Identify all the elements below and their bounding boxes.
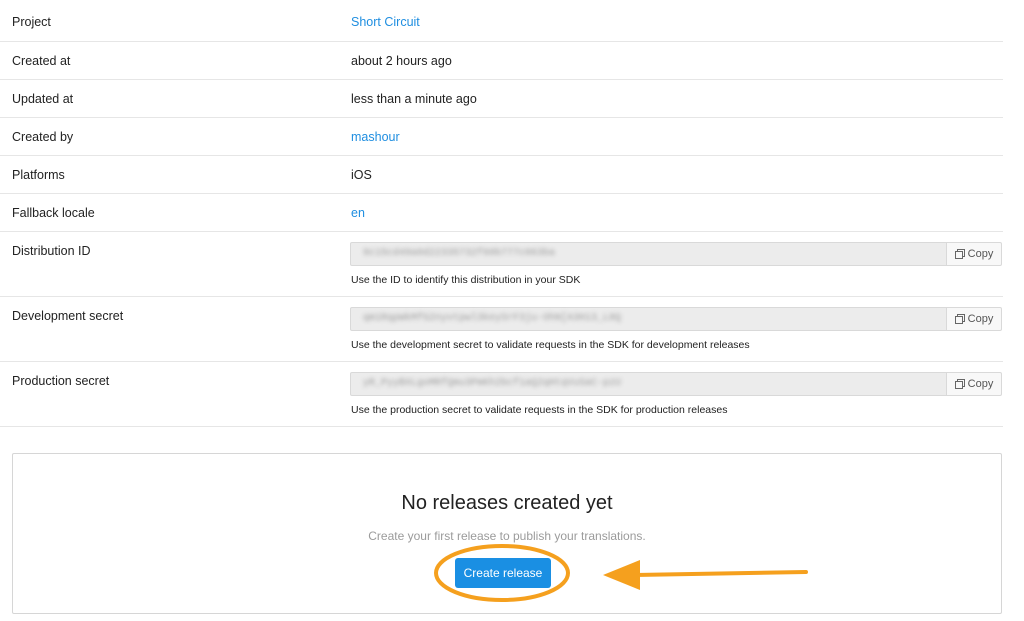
empty-state-subtitle: Create your first release to publish you… bbox=[368, 529, 646, 543]
copy-icon bbox=[954, 249, 965, 259]
detail-row-fallback-locale: Fallback locale en bbox=[0, 194, 1003, 232]
detail-label: Updated at bbox=[12, 92, 74, 106]
fallback-locale-link[interactable]: en bbox=[351, 206, 365, 220]
copy-label: Copy bbox=[967, 313, 994, 325]
copy-distribution-id-button[interactable]: Copy bbox=[946, 242, 1002, 266]
detail-value: about 2 hours ago bbox=[351, 54, 452, 68]
detail-row-development-secret: Development secret qm1RqpWkMfG2nyvtpwl3k… bbox=[0, 297, 1003, 362]
detail-row-created-by: Created by mashour bbox=[0, 118, 1003, 156]
detail-value: less than a minute ago bbox=[351, 92, 477, 106]
detail-row-production-secret: Production secret yR_PyyBXLgoMRfQmu3PmKh… bbox=[0, 362, 1003, 427]
detail-label: Fallback locale bbox=[12, 206, 95, 220]
field-hint: Use the ID to identify this distribution… bbox=[351, 274, 581, 286]
detail-row-project: Project Short Circuit bbox=[0, 0, 1003, 42]
detail-value: iOS bbox=[351, 168, 372, 182]
detail-label: Created by bbox=[12, 130, 74, 144]
copy-development-secret-button[interactable]: Copy bbox=[946, 307, 1002, 331]
detail-row-created-at: Created at about 2 hours ago bbox=[0, 42, 1003, 80]
production-secret-field[interactable]: yR_PyyBXLgoMRfQmu3PmKh2bcf1aQ2qHtqVuSaC-… bbox=[350, 372, 947, 396]
detail-row-updated-at: Updated at less than a minute ago bbox=[0, 80, 1003, 118]
detail-label: Production secret bbox=[12, 374, 110, 388]
secret-value: yR_PyyBXLgoMRfQmu3PmKh2bcf1aQ2qHtqVuSaC-… bbox=[363, 378, 622, 389]
distribution-details-table: Project Short Circuit Created at about 2… bbox=[0, 0, 1003, 427]
copy-label: Copy bbox=[967, 248, 994, 260]
secret-value: qm1RqpWkMfG2nyvtpwl3keySrF3ju-OhN[A3H13_… bbox=[363, 313, 622, 324]
distribution-id-field[interactable]: 9c15cd49a0d22335732f60b777c063ba bbox=[350, 242, 947, 266]
detail-label: Created at bbox=[12, 54, 71, 68]
project-link[interactable]: Short Circuit bbox=[351, 15, 420, 29]
secret-value: 9c15cd49a0d22335732f60b777c063ba bbox=[363, 248, 556, 259]
detail-row-platforms: Platforms iOS bbox=[0, 156, 1003, 194]
detail-label: Platforms bbox=[12, 168, 65, 182]
detail-label: Distribution ID bbox=[12, 244, 91, 258]
copy-icon bbox=[954, 379, 965, 389]
create-release-button[interactable]: Create release bbox=[455, 558, 551, 588]
detail-label: Development secret bbox=[12, 309, 124, 323]
field-hint: Use the production secret to validate re… bbox=[351, 404, 728, 416]
copy-icon bbox=[954, 314, 965, 324]
field-hint: Use the development secret to validate r… bbox=[351, 339, 750, 351]
copy-label: Copy bbox=[967, 378, 994, 390]
development-secret-field[interactable]: qm1RqpWkMfG2nyvtpwl3keySrF3ju-OhN[A3H13_… bbox=[350, 307, 947, 331]
detail-row-distribution-id: Distribution ID 9c15cd49a0d22335732f60b7… bbox=[0, 232, 1003, 297]
copy-production-secret-button[interactable]: Copy bbox=[946, 372, 1002, 396]
detail-label: Project bbox=[12, 15, 51, 29]
empty-state-title: No releases created yet bbox=[401, 492, 613, 514]
releases-empty-state: No releases created yet Create your firs… bbox=[12, 453, 1002, 614]
creator-link[interactable]: mashour bbox=[351, 130, 400, 144]
